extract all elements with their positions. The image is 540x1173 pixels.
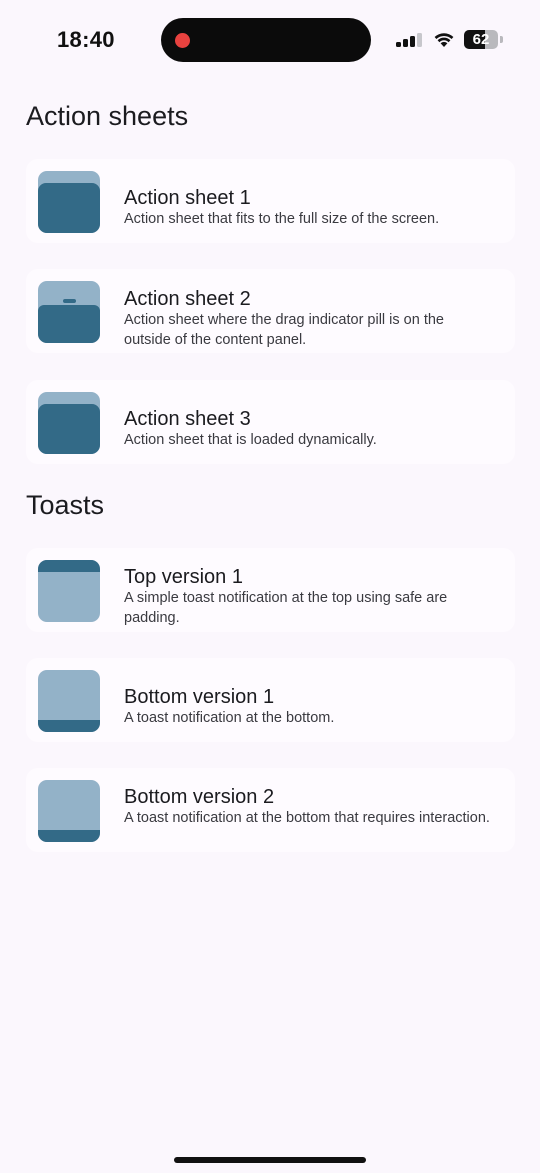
- list-item-description: A toast notification at the bottom that …: [124, 810, 490, 826]
- full-panel-thumbnail-icon: [38, 392, 100, 454]
- section-title-action-sheets: Action sheets: [26, 101, 189, 131]
- battery-level: 62: [472, 31, 490, 48]
- list-item-title: Action sheet 1: [124, 187, 251, 209]
- home-indicator[interactable]: [174, 1157, 366, 1163]
- list-item-description: Action sheet that fits to the full size …: [124, 211, 440, 227]
- list-item-title: Bottom version 2: [124, 786, 275, 808]
- list-item-title: Action sheet 2: [124, 288, 251, 310]
- outside-pill-panel-thumbnail-icon: [38, 281, 100, 343]
- list-item-description: A simple toast notification at the top u…: [124, 590, 448, 626]
- cellular-signal-icon: [396, 33, 424, 47]
- bottom-toast-thumbnail-icon: [38, 670, 100, 732]
- status-time: 18:40: [57, 27, 115, 52]
- recording-indicator-icon: [175, 33, 190, 48]
- status-bar: 18:40 62: [0, 0, 540, 80]
- battery-icon: 62: [464, 30, 498, 49]
- bottom-toast-thumbnail-icon: [38, 780, 100, 842]
- list-item-description: A toast notification at the bottom.: [124, 710, 335, 726]
- list-item-action-sheet-3[interactable]: Action sheet 3 Action sheet that is load…: [26, 380, 515, 464]
- list-item-description: Action sheet where the drag indicator pi…: [124, 312, 444, 348]
- list-item-top-version-1[interactable]: Top version 1 A simple toast notificatio…: [26, 548, 515, 632]
- screen: 18:40 62 Action sheets Action sheet 1 Ac…: [0, 0, 540, 1173]
- top-toast-thumbnail-icon: [38, 560, 100, 622]
- list-item-action-sheet-1[interactable]: Action sheet 1 Action sheet that fits to…: [26, 159, 515, 243]
- list-item-bottom-version-2[interactable]: Bottom version 2 A toast notification at…: [26, 768, 515, 852]
- wifi-icon: [434, 33, 454, 47]
- list-item-bottom-version-1[interactable]: Bottom version 1 A toast notification at…: [26, 658, 515, 742]
- list-item-title: Action sheet 3: [124, 408, 251, 430]
- full-panel-thumbnail-icon: [38, 171, 100, 233]
- list-item-description: Action sheet that is loaded dynamically.: [124, 432, 377, 448]
- list-item-title: Top version 1: [124, 566, 243, 588]
- list-item-title: Bottom version 1: [124, 686, 275, 708]
- list-item-action-sheet-2[interactable]: Action sheet 2 Action sheet where the dr…: [26, 269, 515, 353]
- section-title-toasts: Toasts: [26, 490, 105, 520]
- dynamic-island: [161, 18, 371, 62]
